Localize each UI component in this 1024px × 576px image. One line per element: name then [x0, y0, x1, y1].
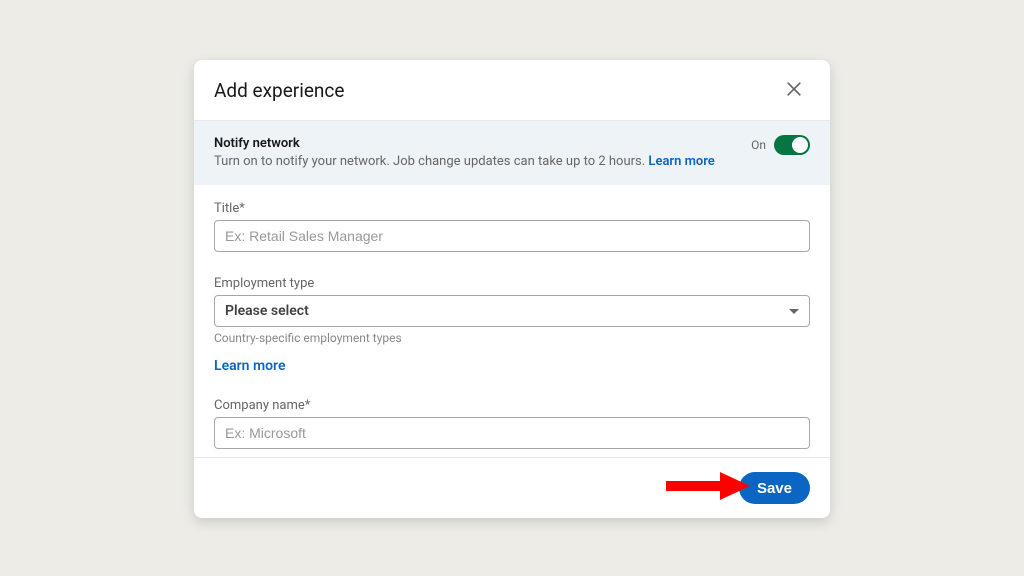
notify-toggle-wrap: On [751, 135, 810, 155]
employment-learn-more-link[interactable]: Learn more [214, 358, 285, 374]
close-icon [784, 79, 804, 102]
company-field-group: Company name* [214, 398, 810, 449]
modal-footer: Save [194, 457, 830, 518]
notify-toggle[interactable] [774, 135, 810, 155]
notify-text: Notify network Turn on to notify your ne… [214, 135, 715, 171]
title-field-group: Title* [214, 201, 810, 252]
title-label: Title* [214, 201, 810, 216]
notify-learn-more-link[interactable]: Learn more [648, 154, 714, 169]
modal-header: Add experience [194, 60, 830, 121]
notify-heading: Notify network [214, 135, 715, 153]
close-button[interactable] [778, 74, 810, 106]
caret-down-icon [789, 309, 799, 314]
toggle-state-label: On [751, 138, 766, 152]
notify-description: Turn on to notify your network. Job chan… [214, 154, 648, 169]
employment-field-group: Employment type Please select Country-sp… [214, 276, 810, 374]
form-area: Title* Employment type Please select Cou… [194, 185, 830, 457]
employment-type-select[interactable]: Please select [214, 295, 810, 327]
add-experience-modal: Add experience Notify network Turn on to… [194, 60, 830, 518]
employment-type-label: Employment type [214, 276, 810, 291]
modal-body[interactable]: Notify network Turn on to notify your ne… [194, 121, 830, 457]
company-input[interactable] [214, 417, 810, 449]
title-input[interactable] [214, 220, 810, 252]
employment-helper-text: Country-specific employment types [214, 331, 810, 345]
employment-selected-text: Please select [225, 303, 309, 319]
modal-title: Add experience [214, 79, 344, 102]
company-label: Company name* [214, 398, 810, 413]
save-button[interactable]: Save [739, 472, 810, 504]
employment-learn-more-row: Learn more [214, 355, 810, 374]
notify-network-bar: Notify network Turn on to notify your ne… [194, 121, 830, 185]
